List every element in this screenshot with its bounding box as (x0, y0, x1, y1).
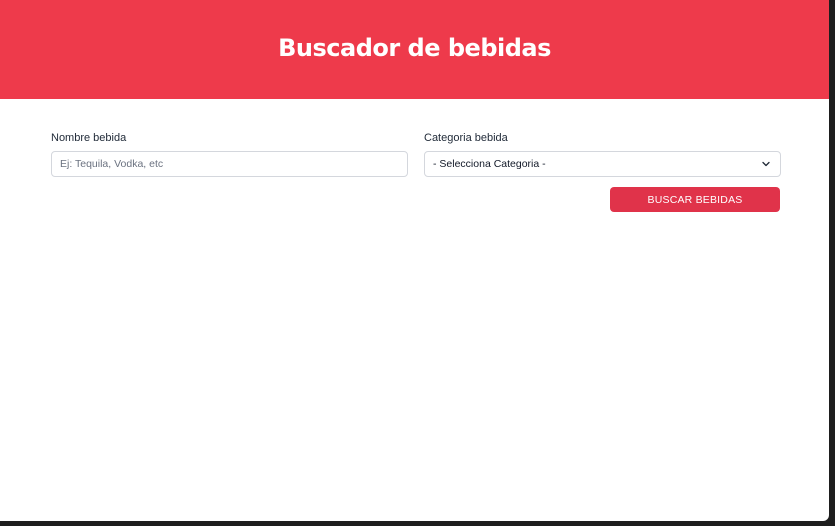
chevron-down-icon (762, 161, 770, 167)
categoria-select-value: - Selecciona Categoria - (433, 158, 546, 170)
categoria-select[interactable]: - Selecciona Categoria - (424, 151, 781, 177)
nombre-bebida-input[interactable] (51, 151, 408, 177)
page-header: Buscador de bebidas (0, 0, 829, 99)
app-window: Buscador de bebidas Nombre bebida Catego… (0, 0, 829, 521)
nombre-bebida-label: Nombre bebida (51, 132, 127, 144)
buscar-bebidas-button[interactable]: BUSCAR BEBIDAS (610, 187, 780, 212)
page-title: Buscador de bebidas (278, 33, 551, 62)
categoria-bebida-label: Categoria bebida (424, 132, 508, 144)
